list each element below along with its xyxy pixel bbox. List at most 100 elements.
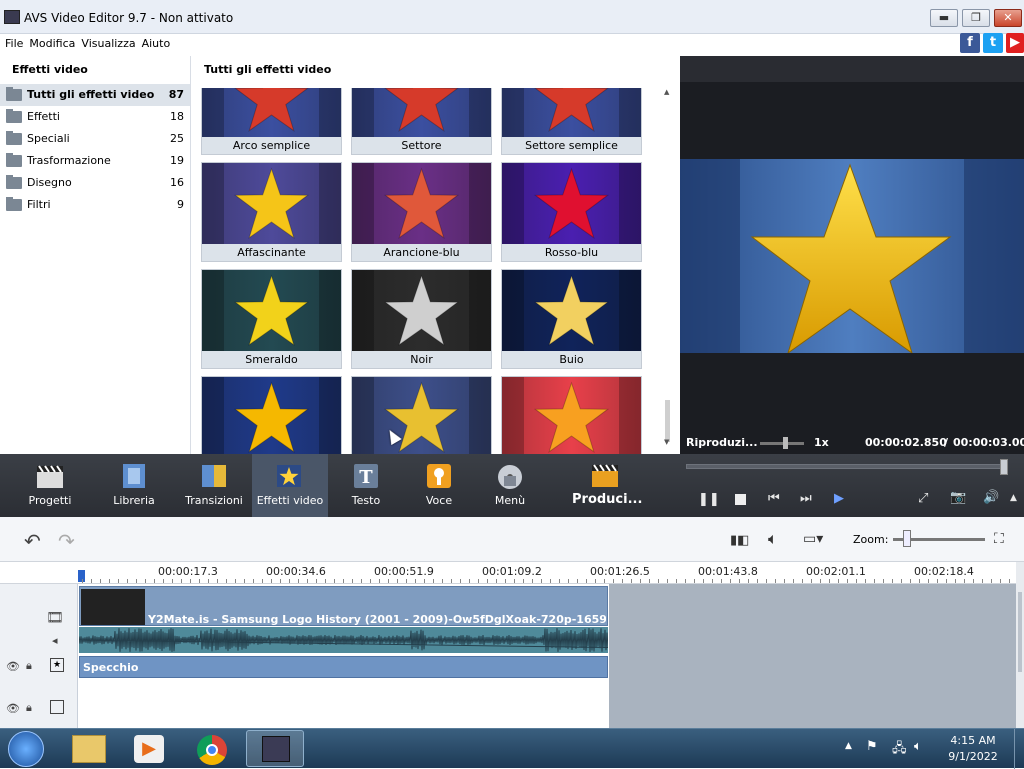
effect-tile[interactable]: Blando bbox=[351, 376, 492, 454]
ruler-tick-label: 00:01:09.2 bbox=[482, 565, 542, 578]
stop-icon[interactable] bbox=[735, 494, 746, 505]
lock-icon[interactable]: 🔒︎ bbox=[26, 701, 32, 715]
category-item[interactable]: Filtri 9 bbox=[0, 194, 190, 216]
minimize-button[interactable]: ▬ bbox=[930, 9, 958, 27]
volume-tray-icon[interactable]: 🔈︎ bbox=[914, 739, 922, 754]
toolbar-button[interactable]: Effetti video bbox=[252, 454, 328, 517]
taskbar-clock[interactable]: 4:15 AM 9/1/2022 bbox=[944, 734, 1002, 763]
scrollbar-thumb[interactable] bbox=[665, 400, 670, 442]
file-explorer-icon[interactable] bbox=[72, 735, 106, 763]
zoom-slider-thumb[interactable] bbox=[903, 530, 911, 547]
toolbar-button[interactable]: Progetti bbox=[13, 454, 87, 517]
action-center-icon[interactable]: ⚑ bbox=[866, 739, 878, 754]
audio-waveform[interactable] bbox=[79, 627, 608, 653]
youtube-icon[interactable]: ▶ bbox=[1006, 33, 1024, 53]
pause-icon[interactable]: ❚❚ bbox=[698, 492, 720, 507]
category-item[interactable]: Effetti 18 bbox=[0, 106, 190, 128]
split-icon[interactable]: ▮◧ bbox=[730, 533, 749, 548]
effect-label: Arco semplice bbox=[202, 137, 341, 154]
film-icon bbox=[119, 462, 149, 490]
produce-button[interactable]: Produci... bbox=[572, 454, 642, 517]
toolbar-button[interactable]: Voce bbox=[402, 454, 476, 517]
ruler-tick-label: 00:00:51.9 bbox=[374, 565, 434, 578]
category-item[interactable]: Trasformazione 19 bbox=[0, 150, 190, 172]
video-clip[interactable]: Y2Mate.is - Samsung Logo History (2001 -… bbox=[79, 586, 608, 626]
toolbar-button[interactable]: Transizioni bbox=[177, 454, 251, 517]
windows-taskbar: ▶ ▲ ⚑ 🖧︎ 🔈︎ 4:15 AM 9/1/2022 bbox=[0, 728, 1024, 769]
volume-expand-icon[interactable]: ▲ bbox=[1010, 493, 1017, 503]
toolbar-button[interactable]: Libreria bbox=[97, 454, 171, 517]
empty-timeline-area[interactable] bbox=[609, 584, 1016, 728]
twitter-icon[interactable]: t bbox=[983, 33, 1003, 53]
effect-label: Settore semplice bbox=[502, 137, 641, 154]
tray-expand-icon[interactable]: ▲ bbox=[845, 741, 852, 751]
effect-tile[interactable]: Rosso-blu bbox=[501, 162, 642, 262]
previous-frame-icon[interactable]: ⏮ bbox=[768, 491, 780, 506]
redo-icon[interactable]: ↷ bbox=[58, 529, 75, 553]
effect-tile[interactable]: Settore bbox=[351, 88, 492, 155]
effect-label: Settore bbox=[352, 137, 491, 154]
fit-timeline-icon[interactable]: ⛶ bbox=[994, 531, 1004, 547]
category-label: Filtri bbox=[27, 198, 51, 211]
lock-icon[interactable]: 🔒︎ bbox=[26, 659, 32, 673]
effect-tile[interactable]: Giallo-Magenta bbox=[501, 376, 642, 454]
menu-aiuto[interactable]: Aiuto bbox=[139, 36, 174, 52]
effect-tile[interactable]: Noir bbox=[351, 269, 492, 369]
category-count: 19 bbox=[170, 154, 184, 167]
eye-icon[interactable]: 👁︎ bbox=[6, 702, 20, 715]
seek-thumb[interactable] bbox=[1000, 459, 1008, 475]
category-item[interactable]: Disegno 16 bbox=[0, 172, 190, 194]
volume-icon[interactable]: 🔊 bbox=[983, 490, 999, 505]
effect-tile[interactable]: Settore semplice bbox=[501, 88, 642, 155]
menu-file[interactable]: File bbox=[2, 36, 26, 52]
effect-tile[interactable]: Smeraldo bbox=[201, 269, 342, 369]
effect-tile[interactable]: Arancione-blu bbox=[351, 162, 492, 262]
timeline-toolbar: ↶ ↷ ▮◧ 🔈︎ ▭▾ Zoom: ⛶ bbox=[0, 517, 1024, 562]
effect-thumbnail bbox=[352, 163, 491, 244]
playback-info: Riproduzi... 1x 00:00:02.850 / 00:00:03.… bbox=[680, 430, 1024, 454]
media-player-icon[interactable]: ▶ bbox=[134, 735, 164, 763]
chrome-icon[interactable] bbox=[197, 735, 227, 765]
effect-tile[interactable]: Equilibrio bbox=[201, 376, 342, 454]
close-button[interactable]: ✕ bbox=[994, 9, 1022, 27]
timeline-scroll-thumb[interactable] bbox=[1018, 592, 1022, 672]
facebook-icon[interactable]: f bbox=[960, 33, 980, 53]
effect-tile[interactable]: Affascinante bbox=[201, 162, 342, 262]
effect-thumbnail bbox=[202, 88, 341, 137]
eye-icon[interactable]: 👁︎ bbox=[6, 660, 20, 673]
snapshot-icon[interactable]: 📷 bbox=[950, 490, 966, 505]
seek-bar[interactable] bbox=[686, 464, 1008, 469]
fullscreen-icon[interactable]: ⤢ bbox=[918, 491, 928, 506]
play-segment-icon[interactable]: ▶ bbox=[834, 491, 844, 506]
effect-tile[interactable]: Arco semplice bbox=[201, 88, 342, 155]
timeline-scrollbar[interactable] bbox=[1016, 562, 1024, 728]
next-frame-icon[interactable]: ⏭ bbox=[800, 491, 812, 506]
toolbar-button-label: Effetti video bbox=[256, 494, 324, 507]
speed-slider-track[interactable] bbox=[760, 442, 804, 445]
category-item[interactable]: Speciali 25 bbox=[0, 128, 190, 150]
start-button[interactable] bbox=[8, 731, 44, 767]
show-desktop-button[interactable] bbox=[1014, 729, 1024, 769]
category-count: 16 bbox=[170, 176, 184, 189]
effect-clip[interactable]: Specchio bbox=[79, 656, 608, 678]
category-item[interactable]: Tutti gli effetti video 87 bbox=[0, 84, 190, 106]
menu-modifica[interactable]: Modifica bbox=[26, 36, 78, 52]
view-mode-icon[interactable]: ▭▾ bbox=[803, 531, 823, 547]
text-icon: T bbox=[351, 462, 381, 490]
toolbar-button[interactable]: Menù bbox=[473, 454, 547, 517]
avs-taskbar-button[interactable] bbox=[246, 730, 304, 767]
network-icon[interactable]: 🖧︎ bbox=[892, 739, 907, 761]
gallery-scrollbar[interactable]: ▲ ▼ bbox=[662, 86, 674, 454]
toolbar-button-label: Voce bbox=[425, 494, 453, 507]
timeline-ruler[interactable]: 00:00:17.3 00:00:34.6 00:00:51.9 00:01:09.2… bbox=[0, 562, 1016, 584]
effect-tile[interactable]: Buio bbox=[501, 269, 642, 369]
speed-slider-thumb[interactable] bbox=[783, 437, 788, 449]
effect-thumbnail bbox=[502, 163, 641, 244]
video-track-icon: 🎞︎ bbox=[46, 610, 64, 626]
audio-settings-icon[interactable]: 🔈︎ bbox=[768, 529, 778, 549]
toolbar-button[interactable]: T Testo bbox=[329, 454, 403, 517]
toolbar-button-label: Menù bbox=[494, 494, 526, 507]
menu-visualizza[interactable]: Visualizza bbox=[78, 36, 138, 52]
restore-button[interactable]: ❐ bbox=[962, 9, 990, 27]
undo-icon[interactable]: ↶ bbox=[24, 529, 41, 553]
